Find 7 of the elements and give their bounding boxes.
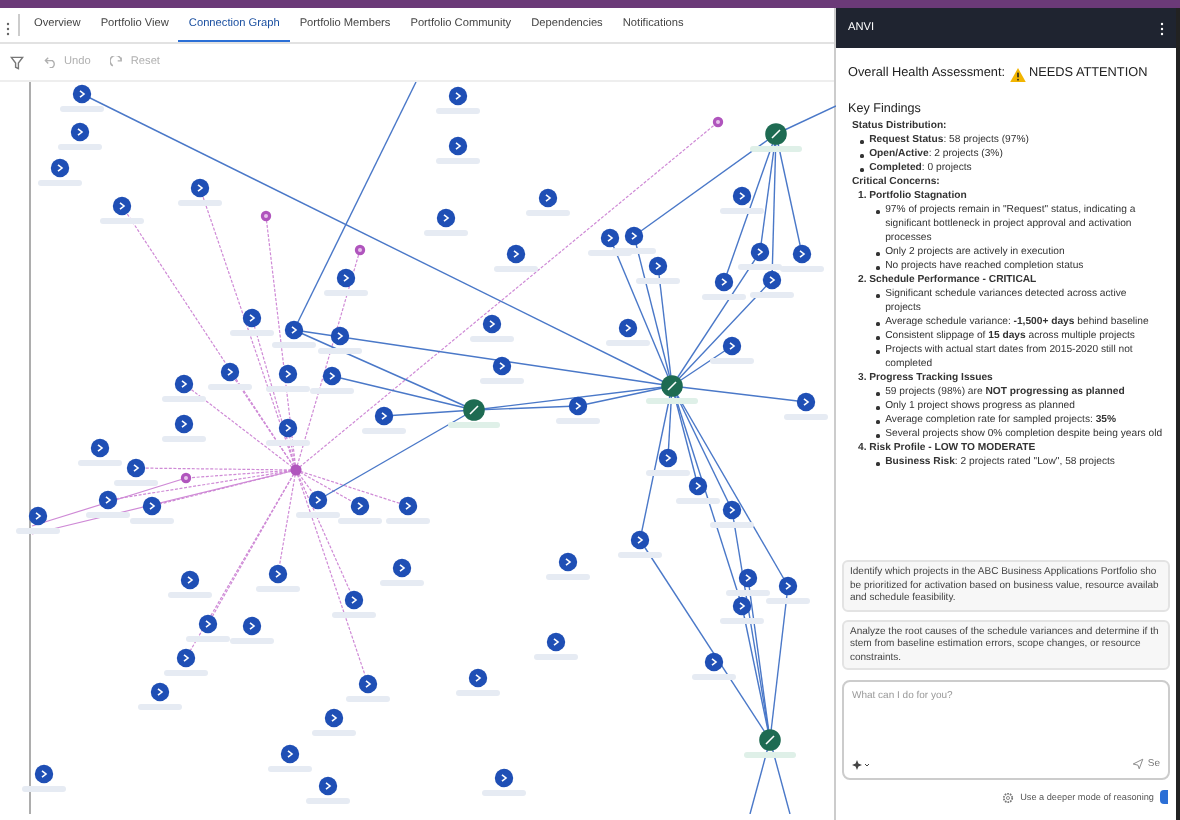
filter-button[interactable] [10,55,24,69]
refresh-icon [110,55,125,69]
reasoning-toggle[interactable] [1160,790,1168,804]
gear-icon [1002,791,1015,803]
filter-icon [10,55,24,69]
undo-icon [44,56,58,68]
warning-icon [1009,67,1025,81]
